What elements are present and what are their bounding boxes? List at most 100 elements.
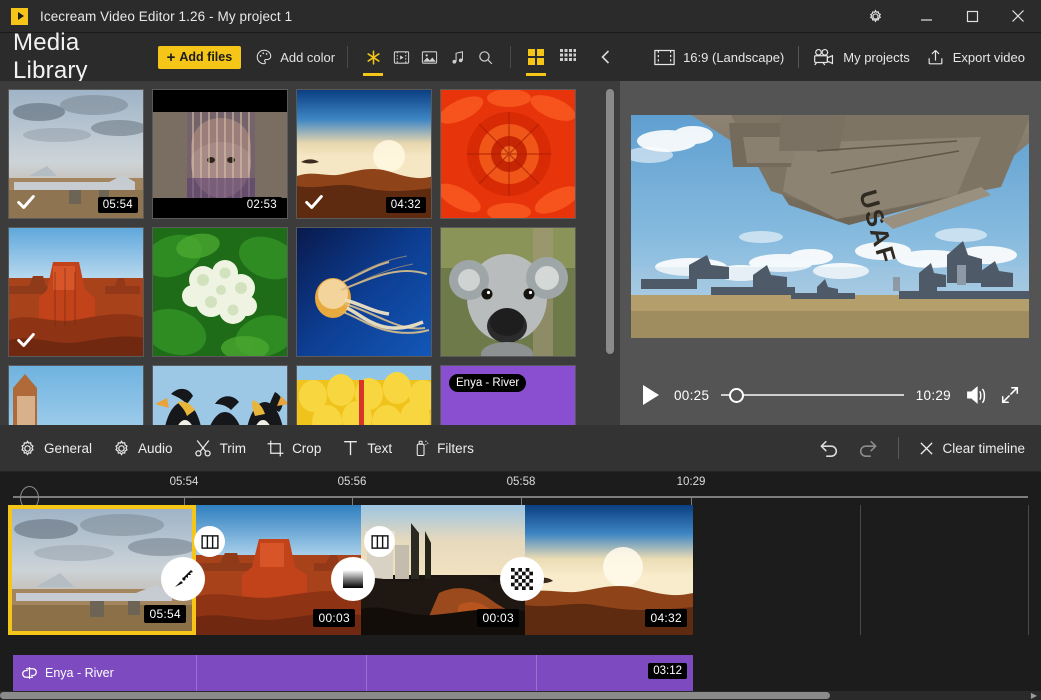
clear-timeline-button[interactable]: Clear timeline <box>913 441 1025 456</box>
small-grid-view[interactable] <box>555 42 581 72</box>
general-tool[interactable]: General <box>8 429 102 467</box>
trim-tool-label: Trim <box>219 440 247 456</box>
current-time-label: 00:25 <box>674 387 710 403</box>
play-logo-icon <box>11 7 28 25</box>
selected-check-icon <box>303 191 325 213</box>
clip-duration-badge: 00:03 <box>477 609 519 627</box>
media-item[interactable]: 02:53 <box>152 89 288 219</box>
aspect-ratio-button[interactable]: 16:9 (Landscape) <box>654 49 784 66</box>
redo-icon[interactable] <box>850 431 884 465</box>
transition-panels-2[interactable] <box>364 526 395 557</box>
thumbnail-koala-bear <box>441 228 575 356</box>
audio-segment-divider <box>536 655 537 691</box>
timeline-clip[interactable]: 00:03 <box>361 505 525 635</box>
volume-icon[interactable] <box>963 382 989 408</box>
track-gridline <box>1028 505 1029 635</box>
edit-toolbar: General Audio Trim Crop Text Filters Cle… <box>0 425 1041 472</box>
close-icon <box>919 441 934 456</box>
large-grid-view[interactable] <box>523 42 549 76</box>
clip-duration-badge: 04:32 <box>645 609 687 627</box>
audio-segment-divider <box>196 655 197 691</box>
media-item[interactable] <box>152 365 288 425</box>
scissors-icon <box>193 438 213 458</box>
trim-tool[interactable]: Trim <box>183 429 257 467</box>
preview-header: 16:9 (Landscape) My projects Export vide… <box>620 33 1041 81</box>
gear-icon <box>18 439 37 458</box>
media-item[interactable] <box>440 227 576 357</box>
media-library-header: Media Library + Add files Add color <box>0 29 620 84</box>
gear-icon[interactable] <box>855 0 895 33</box>
my-projects-button[interactable]: My projects <box>813 48 910 66</box>
video-preview[interactable]: USAF <box>631 115 1029 338</box>
seek-handle[interactable] <box>729 388 745 403</box>
audio-clip[interactable]: Enya - River 03:12 <box>13 655 693 691</box>
all-media-filter[interactable] <box>360 42 386 76</box>
media-item[interactable] <box>296 365 432 425</box>
media-item[interactable] <box>8 227 144 357</box>
media-item[interactable] <box>8 365 144 425</box>
search-filter[interactable] <box>472 42 498 72</box>
image-filter[interactable] <box>416 42 442 72</box>
player-controls: 00:25 10:29 <box>620 373 1041 417</box>
transition-wipe[interactable] <box>161 557 205 601</box>
duration-badge: 05:54 <box>97 197 138 213</box>
clip-duration-badge: 00:03 <box>313 609 355 627</box>
aspect-ratio-label: 16:9 (Landscape) <box>683 49 785 65</box>
preview-panel: USAF 00:25 10:29 <box>620 81 1041 425</box>
timeline-horizontal-scrollbar[interactable]: ▶ <box>0 691 1041 700</box>
window-controls <box>855 0 1041 33</box>
export-video-button[interactable]: Export video <box>926 48 1025 67</box>
media-item[interactable]: 04:32 <box>296 89 432 219</box>
fullscreen-icon[interactable] <box>997 382 1023 408</box>
media-library-scrollbar[interactable] <box>606 89 614 417</box>
media-item[interactable]: Enya - River <box>440 365 576 425</box>
timeline-clip[interactable]: 04:32 <box>525 505 693 635</box>
maximize-button[interactable] <box>949 0 995 33</box>
thumbnail-jellyfish-blue-water <box>297 228 431 356</box>
scrollbar-thumb[interactable] <box>606 89 614 354</box>
media-item[interactable] <box>440 89 576 219</box>
thumbnail-yellow-tulips <box>297 366 431 425</box>
text-tool[interactable]: Text <box>331 429 402 467</box>
add-files-button[interactable]: + Add files <box>157 45 242 69</box>
play-button[interactable] <box>638 382 664 408</box>
audio-filter[interactable] <box>444 42 470 72</box>
media-item[interactable] <box>296 227 432 357</box>
audio-duration-badge: 03:12 <box>648 663 687 679</box>
seek-track <box>721 394 904 396</box>
window-title: Icecream Video Editor 1.26 - My project … <box>40 8 293 24</box>
timeline-actions: Clear timeline <box>812 431 1041 465</box>
filters-tool[interactable]: Filters <box>402 429 484 467</box>
transition-fade[interactable] <box>331 557 375 601</box>
seek-bar[interactable] <box>721 385 904 405</box>
divider <box>510 46 511 68</box>
video-filter[interactable] <box>388 42 414 72</box>
total-time-label: 10:29 <box>915 387 951 403</box>
minimize-button[interactable] <box>903 0 949 33</box>
audio-tool[interactable]: Audio <box>102 429 183 467</box>
app-window: Icecream Video Editor 1.26 - My project … <box>0 0 1041 700</box>
media-item[interactable]: 05:54 <box>8 89 144 219</box>
scrollbar-thumb[interactable] <box>0 692 830 699</box>
divider <box>347 46 349 68</box>
spray-can-icon <box>412 438 430 458</box>
transition-panels-1[interactable] <box>194 526 225 557</box>
plus-icon: + <box>166 48 176 66</box>
media-item[interactable] <box>152 227 288 357</box>
transition-checker[interactable] <box>500 557 544 601</box>
audio-title-label: Enya - River <box>449 374 527 392</box>
video-track: 05:54 00:03 00:03 04:32 <box>0 505 1041 652</box>
undo-icon[interactable] <box>812 431 846 465</box>
text-tool-label: Text <box>367 440 393 456</box>
export-video-label: Export video <box>952 49 1025 65</box>
add-color-button[interactable]: Add color <box>255 48 335 66</box>
thumbnail-house-blue-sky <box>9 366 143 425</box>
scroll-right-arrow-icon[interactable]: ▶ <box>1031 691 1037 700</box>
clear-timeline-label: Clear timeline <box>942 440 1025 456</box>
chevron-left-icon[interactable] <box>593 42 620 72</box>
crop-tool[interactable]: Crop <box>256 429 331 467</box>
close-button[interactable] <box>995 0 1041 33</box>
selected-check-icon <box>15 329 37 351</box>
filmstrip-icon <box>654 49 675 66</box>
timeline-ruler[interactable]: 05:54 05:56 05:58 10:29 <box>0 472 1041 510</box>
